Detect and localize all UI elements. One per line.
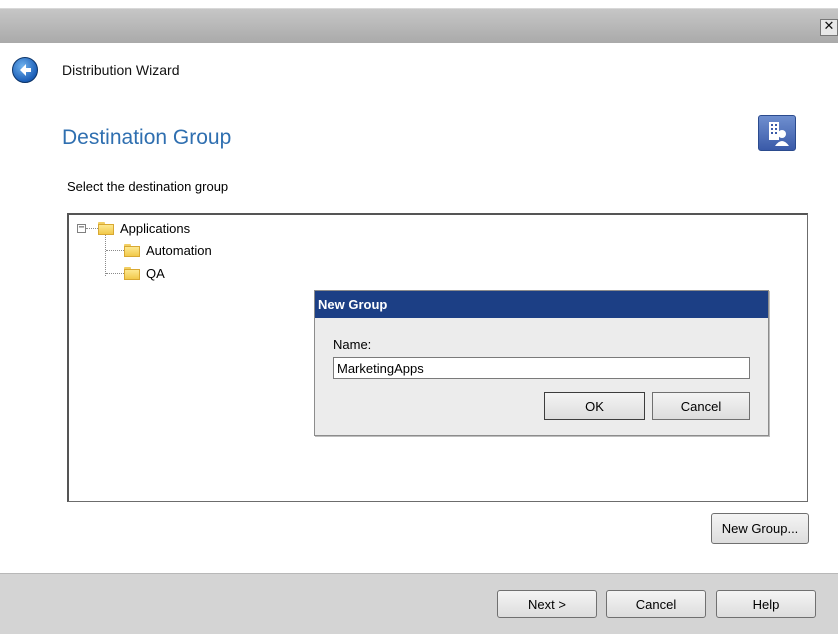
dialog-cancel-button[interactable]: Cancel <box>652 392 750 420</box>
tree-item-automation[interactable]: Automation <box>124 241 212 259</box>
wizard-title: Distribution Wizard <box>62 62 180 78</box>
tree-connector <box>106 250 124 251</box>
tree-item-qa[interactable]: QA <box>124 264 165 282</box>
new-group-button[interactable]: New Group... <box>711 513 809 544</box>
close-icon[interactable]: ✕ <box>820 19 838 36</box>
back-arrow-icon[interactable] <box>12 57 38 83</box>
tree-item-applications[interactable]: − Applications <box>77 219 190 237</box>
folder-icon <box>124 266 140 280</box>
wizard-header: Distribution Wizard <box>0 43 838 98</box>
cancel-button[interactable]: Cancel <box>606 590 706 618</box>
tree-item-label: Applications <box>120 220 191 236</box>
tree-connector <box>106 273 124 274</box>
help-button[interactable]: Help <box>716 590 816 618</box>
tree-item-label: Automation <box>146 242 212 258</box>
instruction-text: Select the destination group <box>67 179 229 194</box>
new-group-dialog: New Group Name: OK Cancel <box>314 290 769 436</box>
folder-icon <box>124 243 140 257</box>
ok-button[interactable]: OK <box>544 392 645 420</box>
page-title: Destination Group <box>62 126 232 149</box>
next-button[interactable]: Next > <box>497 590 597 618</box>
collapse-icon[interactable]: − <box>77 222 86 233</box>
name-input[interactable] <box>333 357 750 379</box>
window-titlebar: ✕ <box>0 8 838 44</box>
dialog-title: New Group <box>315 291 768 318</box>
wizard-footer: Next > Cancel Help <box>0 573 838 634</box>
name-label: Name: <box>333 337 372 352</box>
tree-item-label: QA <box>146 265 165 281</box>
back-arrow-glyph <box>20 64 31 76</box>
group-building-glyph <box>769 122 789 146</box>
folder-icon <box>98 221 114 235</box>
group-building-icon <box>758 115 796 151</box>
tree-connector <box>105 235 106 276</box>
